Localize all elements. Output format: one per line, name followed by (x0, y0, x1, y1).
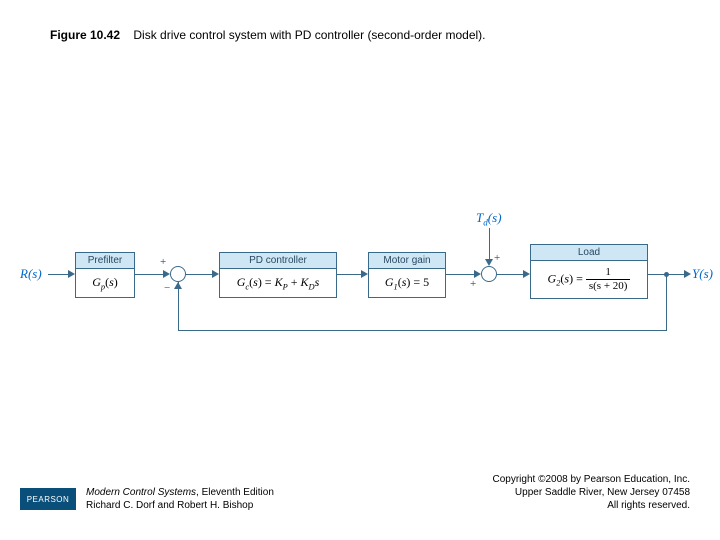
wire (497, 274, 525, 275)
arrow-icon (684, 270, 691, 278)
copyright-line: All rights reserved. (493, 499, 691, 512)
figure-number: Figure 10.42 (50, 28, 120, 42)
pearson-logo: PEARSON (20, 488, 76, 510)
figure-text: Disk drive control system with PD contro… (133, 28, 485, 42)
wire (135, 274, 165, 275)
wire (178, 282, 179, 331)
summing-junction-1 (170, 266, 186, 282)
block-diagram: R(s) Prefilter Gp(s) + − PD controller G… (0, 200, 720, 380)
wire (666, 274, 667, 330)
arrow-icon (212, 270, 219, 278)
copyright: Copyright ©2008 by Pearson Education, In… (493, 473, 691, 512)
arrow-icon (68, 270, 75, 278)
wire (186, 274, 214, 275)
block-tf: G2(s) = 1 s(s + 20) (530, 260, 648, 299)
book-edition: , Eleventh Edition (196, 487, 274, 498)
block-load: Load G2(s) = 1 s(s + 20) (530, 244, 648, 299)
sum-plus: + (160, 256, 166, 268)
arrow-icon (361, 270, 368, 278)
wire (337, 274, 363, 275)
block-title: Motor gain (368, 252, 446, 268)
book-title: Modern Control Systems (86, 487, 196, 498)
book-authors: Richard C. Dorf and Robert H. Bishop (86, 499, 274, 512)
block-tf: Gc(s) = KP + KDs (219, 268, 337, 298)
block-motor-gain: Motor gain G1(s) = 5 (368, 252, 446, 298)
block-title: Prefilter (75, 252, 135, 268)
wire (489, 228, 490, 262)
block-pd-controller: PD controller Gc(s) = KP + KDs (219, 252, 337, 298)
footer: PEARSON Modern Control Systems, Eleventh… (0, 473, 720, 512)
summing-junction-2 (481, 266, 497, 282)
block-prefilter: Prefilter Gp(s) (75, 252, 135, 298)
sum-plus: + (470, 278, 476, 290)
sum-minus: − (164, 282, 170, 294)
block-title: PD controller (219, 252, 337, 268)
wire (446, 274, 476, 275)
arrow-icon (485, 259, 493, 266)
sum-plus: + (494, 252, 500, 264)
copyright-line: Upper Saddle River, New Jersey 07458 (493, 486, 691, 499)
block-tf: Gp(s) (75, 268, 135, 298)
arrow-icon (174, 282, 182, 289)
output-signal-label: Y(s) (692, 266, 713, 282)
wire (48, 274, 70, 275)
arrow-icon (163, 270, 170, 278)
figure-caption: Figure 10.42 Disk drive control system w… (50, 28, 486, 42)
footer-left: PEARSON Modern Control Systems, Eleventh… (20, 486, 274, 512)
block-tf: G1(s) = 5 (368, 268, 446, 298)
wire (178, 330, 667, 331)
arrow-icon (474, 270, 481, 278)
copyright-line: Copyright ©2008 by Pearson Education, In… (493, 473, 691, 486)
block-title: Load (530, 244, 648, 260)
arrow-icon (523, 270, 530, 278)
input-signal-label: R(s) (20, 266, 42, 282)
disturbance-signal-label: Td(s) (476, 210, 502, 228)
book-info: Modern Control Systems, Eleventh Edition… (86, 486, 274, 512)
